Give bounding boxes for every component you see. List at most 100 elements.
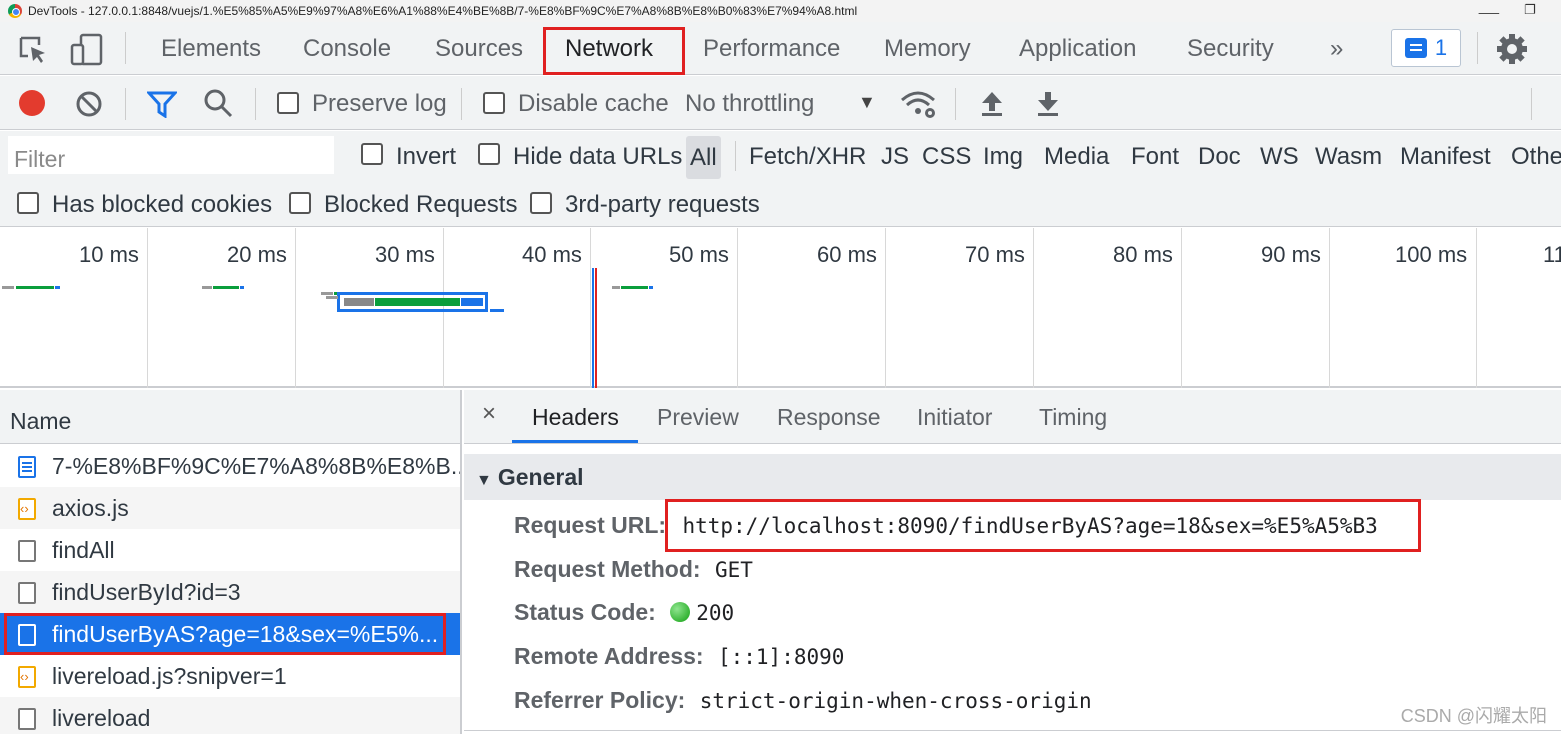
tab-memory[interactable]: Memory [884, 22, 971, 75]
timeline-tick-label: 40 ms [522, 242, 582, 267]
request-url-label: Request URL: [514, 512, 667, 538]
status-code-label: Status Code: [514, 599, 656, 625]
waterfall-bar [2, 286, 14, 289]
type-filter-media[interactable]: Media [1044, 143, 1109, 171]
request-row[interactable]: 7-%E8%BF%9C%E7%A8%8B%E8%B... [0, 445, 460, 487]
issues-button[interactable]: 1 [1391, 29, 1461, 67]
waterfall-bar [649, 286, 653, 289]
waterfall-bar [55, 286, 60, 289]
highlight-box [543, 27, 685, 75]
divider [125, 88, 126, 120]
request-row[interactable]: findAll [0, 529, 460, 571]
request-row[interactable]: axios.js [0, 487, 460, 529]
network-conditions-icon[interactable] [900, 88, 938, 120]
third-party-requests-label: 3rd-party requests [565, 191, 760, 218]
export-har-icon[interactable] [1036, 89, 1060, 117]
preserve-log-checkbox[interactable] [277, 92, 299, 114]
script-icon [18, 656, 36, 697]
details-tab-bar: × Headers Preview Response Initiator Tim… [464, 390, 1561, 444]
divider [1531, 88, 1532, 120]
general-section-header[interactable]: ▼ General [464, 454, 1561, 500]
filter-input[interactable]: Filter [8, 136, 334, 174]
devtools-tab-bar: Elements Console Sources Network Perform… [0, 22, 1561, 75]
type-filter-wasm[interactable]: Wasm [1315, 143, 1382, 171]
request-row[interactable]: livereload.js?snipver=1 [0, 655, 460, 697]
inspect-element-icon[interactable] [18, 35, 48, 65]
import-har-icon[interactable] [980, 89, 1004, 117]
waterfall-bar [461, 298, 483, 306]
type-filter-manifest[interactable]: Manifest [1400, 143, 1491, 171]
divider [255, 88, 256, 120]
tab-response[interactable]: Response [777, 404, 881, 431]
type-filter-ws[interactable]: WS [1260, 143, 1299, 171]
tab-elements[interactable]: Elements [161, 22, 261, 75]
search-icon[interactable] [203, 88, 233, 118]
type-filter-js[interactable]: JS [881, 143, 909, 171]
tab-console[interactable]: Console [303, 22, 391, 75]
status-code-row: Status Code: 200 [514, 599, 734, 626]
timeline-gridline [295, 228, 296, 388]
request-row[interactable]: findUserById?id=3 [0, 571, 460, 613]
record-button[interactable] [19, 90, 45, 116]
referrer-policy-label: Referrer Policy: [514, 687, 686, 713]
disable-cache-checkbox[interactable] [483, 92, 505, 114]
timeline-gridline [885, 228, 886, 388]
divider [461, 88, 462, 120]
issues-count: 1 [1434, 35, 1448, 60]
timeline-tick-label: 50 ms [669, 242, 729, 267]
divider [735, 141, 736, 171]
preserve-log-label: Preserve log [312, 90, 447, 117]
more-tabs-button[interactable]: » [1330, 22, 1343, 75]
watermark: CSDN @闪耀太阳 [1400, 706, 1547, 726]
divider [955, 88, 956, 120]
remote-address-label: Remote Address: [514, 643, 704, 669]
tab-initiator[interactable]: Initiator [917, 404, 992, 431]
throttling-dropdown-icon[interactable]: ▼ [858, 92, 876, 113]
name-column-header[interactable]: Name [0, 390, 460, 444]
hide-data-urls-label: Hide data URLs [513, 143, 683, 170]
hide-data-urls-checkbox[interactable] [478, 143, 500, 165]
request-method-label: Request Method: [514, 556, 701, 582]
timeline-gridline [147, 228, 148, 388]
throttling-select[interactable]: No throttling [685, 90, 814, 118]
type-filter-all[interactable]: All [686, 136, 721, 179]
device-toolbar-icon[interactable] [70, 33, 104, 67]
tab-sources[interactable]: Sources [435, 22, 523, 75]
restore-button[interactable]: ❐ [1524, 2, 1536, 18]
type-filter-img[interactable]: Img [983, 143, 1023, 171]
type-filter-doc[interactable]: Doc [1198, 143, 1241, 171]
status-code-value: 200 [696, 601, 735, 625]
type-filter-font[interactable]: Font [1131, 143, 1179, 171]
waterfall-bar [321, 292, 333, 295]
third-party-requests-checkbox[interactable] [530, 192, 552, 214]
minimize-button[interactable]: ⸺ [1478, 2, 1500, 21]
collapse-triangle-icon: ▼ [476, 472, 492, 489]
xhr-icon [18, 540, 36, 562]
has-blocked-cookies-checkbox[interactable] [17, 192, 39, 214]
request-row[interactable]: livereload [0, 697, 460, 734]
script-icon [18, 488, 36, 529]
tab-headers[interactable]: Headers [532, 404, 619, 431]
tab-preview[interactable]: Preview [657, 404, 739, 431]
type-filter-other[interactable]: Othe [1511, 143, 1561, 171]
invert-checkbox[interactable] [361, 143, 383, 165]
settings-gear-icon[interactable] [1496, 33, 1528, 65]
type-filter-fetch-xhr[interactable]: Fetch/XHR [749, 143, 866, 171]
type-filter-css[interactable]: CSS [922, 143, 971, 171]
remote-address-row: Remote Address: [::1]:8090 [514, 643, 844, 670]
waterfall-bar [326, 296, 338, 299]
chrome-icon [8, 4, 22, 18]
blocked-requests-checkbox[interactable] [289, 192, 311, 214]
timeline-gridline [1329, 228, 1330, 388]
filter-bar: Filter Invert Hide data URLs All Fetch/X… [0, 131, 1561, 183]
request-name: 7-%E8%BF%9C%E7%A8%8B%E8%B... [52, 453, 460, 479]
tab-application[interactable]: Application [1019, 22, 1136, 75]
clear-icon[interactable] [75, 90, 103, 118]
timeline-overview[interactable]: 10 ms 20 ms 30 ms 40 ms 50 ms 60 ms 70 m… [0, 228, 1561, 388]
tab-security[interactable]: Security [1187, 22, 1274, 75]
tab-timing[interactable]: Timing [1039, 404, 1107, 431]
close-details-button[interactable]: × [482, 400, 496, 428]
waterfall-bar [213, 286, 239, 289]
tab-performance[interactable]: Performance [703, 22, 840, 75]
filter-icon[interactable] [147, 90, 177, 118]
